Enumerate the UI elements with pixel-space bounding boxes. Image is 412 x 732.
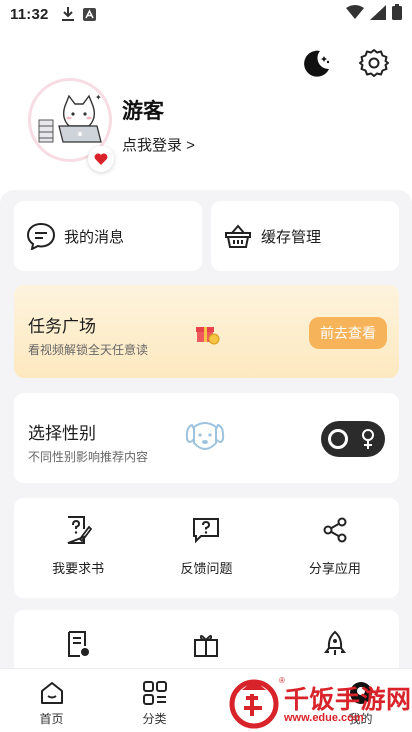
heart-icon bbox=[88, 146, 114, 172]
content-area: 我的消息 缓存管理 任务广场 看视频解锁全天任意读 前去查看 选择性别 不同性别… bbox=[0, 190, 412, 680]
rocket-icon bbox=[319, 628, 351, 660]
status-time: 11:32 bbox=[10, 5, 49, 23]
signal-icon bbox=[370, 4, 386, 24]
basket-icon bbox=[223, 221, 253, 251]
download-icon bbox=[61, 6, 75, 22]
battery-icon bbox=[392, 4, 402, 24]
task-plaza-card[interactable]: 任务广场 看视频解锁全天任意读 前去查看 bbox=[14, 285, 399, 378]
status-bar: 11:32 bbox=[0, 0, 412, 28]
cache-management-label: 缓存管理 bbox=[261, 228, 322, 246]
share-icon bbox=[319, 514, 351, 546]
tools-card: 我要求书 反馈问题 分享应用 bbox=[14, 498, 399, 598]
login-link[interactable]: 点我登录 > bbox=[122, 134, 195, 155]
document-icon bbox=[62, 628, 94, 660]
female-icon bbox=[360, 428, 376, 455]
gender-title: 选择性别 bbox=[28, 424, 96, 443]
nav-category-label: 分类 bbox=[142, 712, 167, 726]
share-label: 分享应用 bbox=[308, 561, 361, 576]
settings-icon[interactable] bbox=[358, 47, 390, 79]
app-notification-icon bbox=[82, 7, 96, 21]
nav-category[interactable]: 分类 bbox=[103, 669, 206, 732]
site-watermark: ® 千饭手游网 www.edue.com bbox=[228, 674, 412, 732]
nav-home[interactable]: 首页 bbox=[0, 669, 103, 732]
gender-subtitle: 不同性别影响推荐内容 bbox=[28, 450, 149, 464]
gender-toggle[interactable] bbox=[321, 421, 385, 457]
watermark-url: www.edue.com bbox=[284, 712, 364, 724]
task-subtitle: 看视频解锁全天任意读 bbox=[28, 343, 149, 357]
profile-section: ✦ 游客 点我登录 > bbox=[28, 78, 388, 173]
request-book-label: 我要求书 bbox=[52, 561, 105, 576]
message-icon bbox=[26, 221, 56, 251]
dog-icon bbox=[184, 417, 226, 462]
category-icon bbox=[141, 679, 169, 707]
watermark-logo bbox=[229, 679, 279, 729]
go-view-button[interactable]: 前去查看 bbox=[309, 317, 387, 349]
cat-illustration: ✦ bbox=[38, 93, 102, 143]
home-icon bbox=[38, 679, 66, 707]
request-book-icon bbox=[62, 514, 94, 546]
header-actions bbox=[300, 47, 390, 79]
gender-card: 选择性别 不同性别影响推荐内容 bbox=[14, 393, 399, 483]
wifi-icon bbox=[346, 5, 364, 23]
feedback-label: 反馈问题 bbox=[180, 561, 233, 576]
watermark-text: 千饭手游网 bbox=[284, 686, 412, 714]
cache-management-card[interactable]: 缓存管理 bbox=[211, 201, 399, 271]
feedback-item[interactable]: 反馈问题 bbox=[142, 498, 270, 598]
feedback-icon bbox=[190, 514, 222, 546]
nav-home-label: 首页 bbox=[39, 712, 64, 726]
gift-coin-icon bbox=[194, 321, 220, 350]
task-title: 任务广场 bbox=[28, 317, 96, 336]
username: 游客 bbox=[122, 100, 164, 123]
my-messages-label: 我的消息 bbox=[64, 228, 125, 246]
share-item[interactable]: 分享应用 bbox=[271, 498, 399, 598]
toggle-knob bbox=[328, 429, 348, 449]
gift-icon bbox=[190, 628, 222, 660]
my-messages-card[interactable]: 我的消息 bbox=[14, 201, 202, 271]
night-mode-icon[interactable] bbox=[300, 47, 332, 79]
svg-text:✦: ✦ bbox=[95, 93, 102, 102]
request-book-item[interactable]: 我要求书 bbox=[14, 498, 142, 598]
